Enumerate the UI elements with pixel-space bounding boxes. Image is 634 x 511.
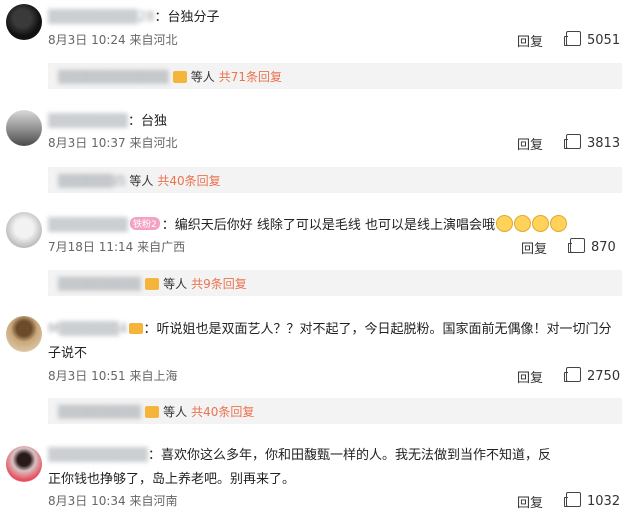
reply-button[interactable]: 回复 [521,238,547,257]
username[interactable]: ▒▒▒▒▒▒▒▒▒28 [48,10,155,25]
username[interactable]: ▒▒▒▒▒▒▒▒ [48,114,128,129]
comment-date: 8月3日 [48,369,88,383]
thumbs-up-icon [564,367,581,382]
comment-text-line2: 正你钱也挣够了，岛上养老吧。别再来了。 [48,472,296,487]
like-count: 870 [591,240,616,255]
reply-users: ▒▒▒▒▒▒▒▒▒ [58,405,142,419]
fan-badge: 铁粉2 [129,217,160,230]
replies-summary[interactable]: ▒▒▒▒▒▒▒▒▒ 等人 共9条回复 [48,270,622,296]
username[interactable]: ▒▒▒▒▒▒▒▒▒▒ [48,448,148,463]
avatar[interactable] [6,446,42,482]
comment-meta: 8月3日 10:37 来自河北 [48,134,178,151]
reply-users: ▒▒▒▒▒▒▒▒▒▒▒▒ [58,70,169,84]
comment-time: 10:34 [91,494,126,508]
reply-button[interactable]: 回复 [517,492,543,511]
comment-meta: 8月3日 10:24 来自河北 [48,31,178,48]
like-button[interactable]: 5051 [564,31,621,48]
like-button[interactable]: 2750 [564,367,621,384]
comment-location: 来自河北 [129,33,178,47]
like-count: 5051 [587,33,621,48]
comment-time: 10:24 [91,33,126,47]
like-count: 1032 [587,494,621,509]
comment-time: 10:37 [91,136,126,150]
comment-line: ▒▒▒▒▒▒▒▒▒28：台独分子 [48,10,220,25]
crown-icon [172,71,187,83]
reply-and-others: 等人 [163,277,188,291]
comment-line: M▒▒▒▒▒▒4 ：听说姐也是双面艺人？？对不起了，今日起脱粉。国家面前无偶像！对… [48,322,612,337]
comment-text-line2: 子说不 [48,346,88,361]
comment-text: 台独 [141,114,168,129]
crown-icon [145,278,160,290]
comment-line: ▒▒▒▒▒▒▒▒▒▒：喜欢你这么多年，你和田馥甄一样的人。我无法做到当作不知道，… [48,448,552,463]
comment-date: 8月3日 [48,136,88,150]
comment-date: 8月3日 [48,494,88,508]
avatar[interactable] [6,4,42,40]
reply-button[interactable]: 回复 [517,134,543,153]
comment-location: 来自广西 [137,240,186,254]
avatar[interactable] [6,110,42,146]
replies-summary[interactable]: ▒▒▒▒▒▒▒▒▒ 等人 共40条回复 [48,398,622,424]
comment-location: 来自河北 [129,136,178,150]
like-button[interactable]: 870 [568,238,616,255]
comment-location: 来自河南 [129,494,178,508]
emoji-icon [532,215,549,232]
comment-meta: 8月3日 10:51 来自上海 [48,367,178,384]
like-button[interactable]: 3813 [564,134,621,151]
reply-count-link[interactable]: 共40条回复 [157,174,220,188]
avatar[interactable] [6,316,42,352]
avatar[interactable] [6,212,42,248]
like-count: 3813 [587,136,621,151]
comment-text-line1: 听说姐也是双面艺人？？对不起了，今日起脱粉。国家面前无偶像！对一切门分 [156,322,612,337]
reply-and-others: 等人 [129,174,154,188]
comment-date: 7月18日 [48,240,95,254]
reply-count-link[interactable]: 共71条回复 [219,70,282,84]
reply-and-others: 等人 [190,70,215,84]
like-count: 2750 [587,369,621,384]
thumbs-up-icon [564,492,581,507]
emoji-icon [496,215,513,232]
crown-icon [145,406,160,418]
emoji-icon [514,215,531,232]
comment-time: 11:14 [98,240,134,254]
crown-icon [129,323,144,334]
reply-count-link[interactable]: 共40条回复 [191,405,254,419]
reply-users: ▒▒▒▒▒▒四 [58,174,126,188]
reply-button[interactable]: 回复 [517,367,543,386]
thumbs-up-icon [568,238,585,253]
comment-text-line1: 喜欢你这么多年，你和田馥甄一样的人。我无法做到当作不知道，反 [161,448,552,463]
thumbs-up-icon [564,31,581,46]
comment-text: 编织天后你好 线除了可以是毛线 也可以是线上演唱会哦 [174,218,495,233]
reply-button[interactable]: 回复 [517,31,543,50]
username[interactable]: M▒▒▒▒▒▒4 [48,322,127,337]
comment-time: 10:51 [91,369,126,383]
emoji-icon [550,215,567,232]
username[interactable]: ▒▒▒▒▒▒▒▒ [48,218,128,233]
comment-date: 8月3日 [48,33,88,47]
reply-and-others: 等人 [163,405,188,419]
comment-meta: 7月18日 11:14 来自广西 [48,238,185,255]
replies-summary[interactable]: ▒▒▒▒▒▒▒▒▒▒▒▒ 等人 共71条回复 [48,63,622,89]
reply-count-link[interactable]: 共9条回复 [191,277,247,291]
comment-text: 台独分子 [167,10,220,25]
replies-summary[interactable]: ▒▒▒▒▒▒四 等人 共40条回复 [48,167,622,193]
comment-line: ▒▒▒▒▒▒▒▒ 铁粉2 ：编织天后你好 线除了可以是毛线 也可以是线上演唱会哦 [48,214,567,233]
thumbs-up-icon [564,134,581,149]
comment-location: 来自上海 [129,369,178,383]
comment-line: ▒▒▒▒▒▒▒▒：台独 [48,114,168,129]
reply-users: ▒▒▒▒▒▒▒▒▒ [58,277,142,291]
